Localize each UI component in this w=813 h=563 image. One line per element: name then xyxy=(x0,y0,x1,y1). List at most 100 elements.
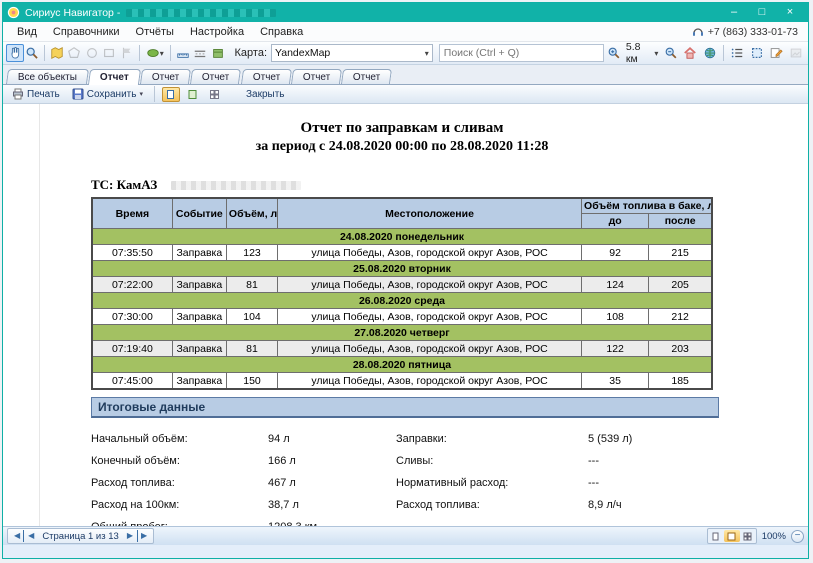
objects-button[interactable] xyxy=(209,44,227,62)
multi-page-icon xyxy=(209,89,220,100)
status-view-single-button[interactable] xyxy=(708,530,724,542)
pan-tool-button[interactable] xyxy=(6,44,24,62)
edit-map-button[interactable] xyxy=(48,44,66,62)
print-button[interactable]: Печать xyxy=(8,87,64,101)
close-button[interactable]: × xyxy=(776,4,804,21)
single-page-icon xyxy=(711,532,720,541)
toolbar-separator xyxy=(170,45,171,61)
main-toolbar: ▾ Карта: YandexMap ▾ 5.8 км▾ xyxy=(3,42,808,65)
toolbar-separator xyxy=(44,45,45,61)
tab-report-3[interactable]: Отчет xyxy=(190,69,241,84)
scale-value: 5.8 км xyxy=(626,41,652,65)
zoom-in-icon xyxy=(607,46,621,60)
first-page-button[interactable]: ◀ xyxy=(12,530,24,542)
layers-icon xyxy=(146,46,160,60)
view-single-page-button[interactable] xyxy=(162,87,180,102)
zoom-tool-button[interactable] xyxy=(24,44,42,62)
ruler-button[interactable] xyxy=(174,44,192,62)
magnifier-icon xyxy=(25,46,39,60)
redacted-company-name xyxy=(126,9,276,17)
headset-icon xyxy=(692,26,704,38)
edit-notes-button[interactable] xyxy=(767,44,786,62)
menu-item-help[interactable]: Справка xyxy=(252,24,311,40)
support-phone: +7 (863) 333-01-73 xyxy=(692,26,802,38)
select-area-button[interactable] xyxy=(747,44,766,62)
redacted-plate xyxy=(171,181,301,190)
single-page-icon xyxy=(165,89,176,100)
view-fit-width-button[interactable] xyxy=(184,87,202,102)
col-header-location: Местоположение xyxy=(278,198,582,229)
search-input[interactable] xyxy=(439,44,605,62)
tab-report-2[interactable]: Отчет xyxy=(140,69,191,84)
printer-icon xyxy=(12,88,24,100)
map-label: Карта: xyxy=(235,47,268,59)
tab-label: Отчет xyxy=(253,72,280,83)
maximize-button[interactable]: □ xyxy=(748,4,776,21)
zoom-out-icon xyxy=(664,46,678,60)
tab-label: Отчет xyxy=(152,72,179,83)
window-title: Сириус Навигатор - xyxy=(25,7,120,19)
route-button[interactable] xyxy=(191,44,209,62)
save-label: Сохранить xyxy=(87,89,137,100)
day-header-row: 26.08.2020 среда xyxy=(92,293,712,309)
image-icon xyxy=(789,46,803,60)
status-view-fit-button[interactable] xyxy=(724,530,740,542)
flag-icon xyxy=(120,46,134,60)
page-navigation: ◀ ◀ Страница 1 из 13 ▶ ▶ xyxy=(7,528,154,544)
day-header-row: 28.08.2020 пятница xyxy=(92,357,712,373)
menu-item-reports[interactable]: Отчёты xyxy=(128,24,182,40)
summary-item: Общий пробег:1208,3 км xyxy=(91,516,396,526)
summary-item: Конечный объём:166 л xyxy=(91,450,396,472)
next-page-button[interactable]: ▶ xyxy=(125,530,135,542)
close-report-button[interactable]: Закрыть xyxy=(242,88,289,101)
hand-icon xyxy=(8,46,22,60)
flag-tool-button xyxy=(118,44,136,62)
map-select[interactable]: YandexMap ▾ xyxy=(271,44,433,62)
summary-header: Итоговые данные xyxy=(91,397,719,418)
summary-item: Расход топлива:467 л xyxy=(91,472,396,494)
zoom-decrease-button[interactable]: − xyxy=(791,530,804,543)
view-multi-page-button[interactable] xyxy=(206,87,224,102)
table-row: 07:45:00Заправка150улица Победы, Азов, г… xyxy=(92,373,712,390)
summary-item: Расход топлива:8,9 л/ч xyxy=(396,494,713,516)
last-page-button[interactable]: ▶ xyxy=(137,530,149,542)
vehicle-heading: ТС: КамАЗ xyxy=(91,177,808,193)
layers-dropdown-button[interactable]: ▾ xyxy=(143,44,167,62)
home-icon xyxy=(683,46,697,60)
toolbar-separator xyxy=(723,45,724,61)
table-row: 07:22:00Заправка81улица Победы, Азов, го… xyxy=(92,277,712,293)
window-bottom-edge xyxy=(3,545,808,558)
tab-report-5[interactable]: Отчет xyxy=(291,69,342,84)
chevron-down-icon: ▾ xyxy=(425,49,429,58)
tab-label: Отчет xyxy=(202,72,229,83)
home-button[interactable] xyxy=(681,44,700,62)
fit-page-icon xyxy=(727,532,736,541)
save-button[interactable]: Сохранить ▾ xyxy=(68,87,147,101)
report-toolbar: Печать Сохранить ▾ Закрыть xyxy=(3,85,808,104)
road-icon xyxy=(193,46,207,60)
list-button[interactable] xyxy=(728,44,747,62)
menu-item-view[interactable]: Вид xyxy=(9,24,45,40)
zoom-in-button[interactable] xyxy=(604,44,623,62)
zoom-out-button[interactable] xyxy=(661,44,680,62)
menu-item-directories[interactable]: Справочники xyxy=(45,24,128,40)
globe-button[interactable] xyxy=(700,44,719,62)
col-header-fuel-in-tank: Объём топлива в баке, л xyxy=(582,198,712,214)
tab-report-6[interactable]: Отчет xyxy=(341,69,392,84)
menu-item-settings[interactable]: Настройка xyxy=(182,24,252,40)
tab-report-4[interactable]: Отчет xyxy=(241,69,292,84)
status-view-multi-button[interactable] xyxy=(740,530,756,542)
table-row: 07:19:40Заправка81улица Победы, Азов, го… xyxy=(92,341,712,357)
app-window: Сириус Навигатор - – □ × Вид Справочники… xyxy=(2,2,809,559)
zoom-level: 100% xyxy=(762,531,786,542)
day-header-row: 24.08.2020 понедельник xyxy=(92,229,712,245)
minimize-button[interactable]: – xyxy=(720,4,748,21)
prev-page-button[interactable]: ◀ xyxy=(26,530,36,542)
tab-all-objects[interactable]: Все объекты xyxy=(6,69,89,84)
report-page: Отчет по заправкам и сливам за период с … xyxy=(3,104,808,526)
scale-dropdown[interactable]: 5.8 км▾ xyxy=(624,41,660,65)
polygon-tool-button xyxy=(66,44,84,62)
col-header-after: после xyxy=(649,214,712,229)
circle-icon xyxy=(85,46,99,60)
tab-report-active[interactable]: Отчет xyxy=(88,69,141,85)
